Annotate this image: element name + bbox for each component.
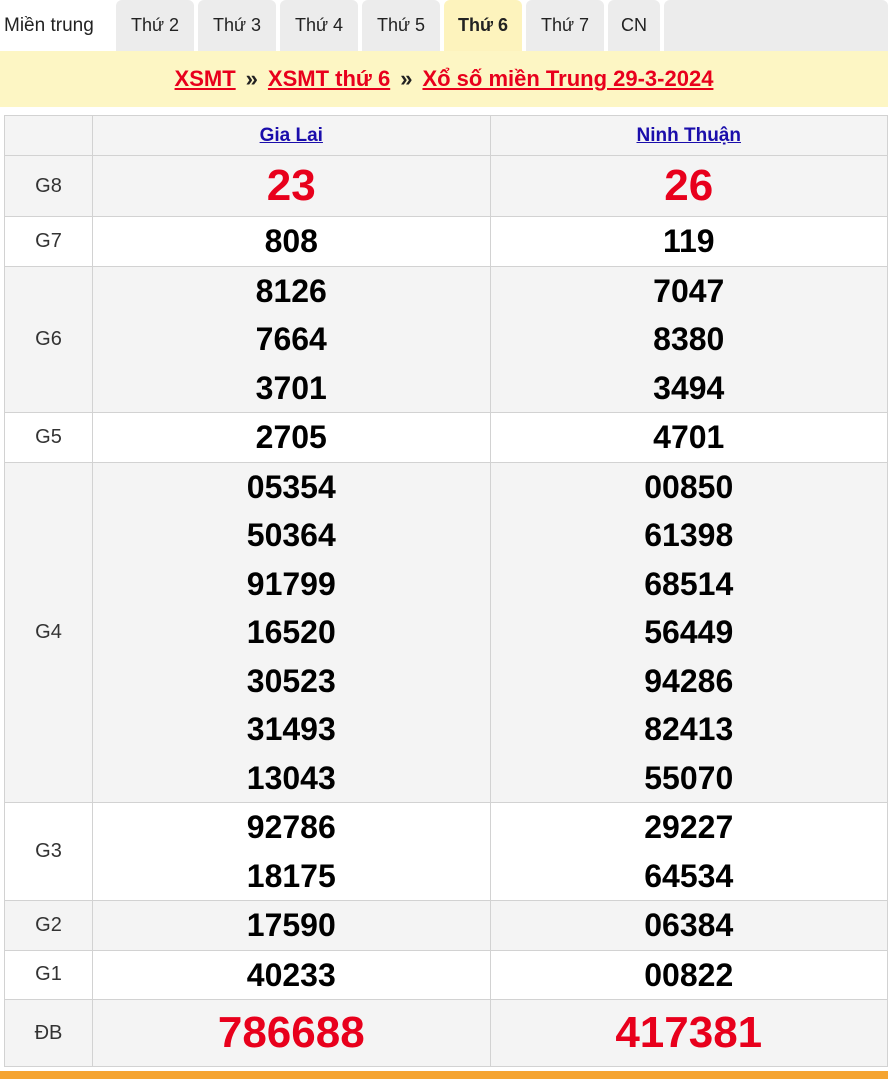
prize-cell-gia-lai: 23	[92, 155, 491, 217]
prize-label: G5	[3, 412, 94, 463]
prize-row-đb: ĐB 786688 417381	[3, 999, 888, 1067]
winning-number: 94286	[644, 662, 734, 699]
prize-header-cell	[3, 115, 94, 156]
tab-thu-4[interactable]: Thứ 4	[280, 0, 358, 51]
winning-number: 3701	[255, 369, 327, 406]
winning-number: 82413	[644, 711, 734, 747]
prize-label: G3	[3, 802, 94, 901]
bottom-accent-bar	[0, 1071, 888, 1079]
breadcrumb-day-link[interactable]: XSMT thứ 6	[268, 66, 390, 92]
winning-number: 00822	[644, 956, 734, 993]
prize-label: G6	[3, 265, 94, 413]
winning-number: 91799	[246, 565, 336, 602]
tabbar-filler	[664, 0, 888, 51]
province-link-gia-lai[interactable]: Gia Lai	[260, 125, 323, 146]
prize-cell-ninh-thuan: 00822	[489, 949, 888, 1000]
lottery-results-table: Gia Lai Ninh Thuận G8 23 26 G7 808 119 G6 8126 7…	[3, 115, 888, 1067]
prize-label: ĐB	[3, 999, 94, 1067]
table-header-row: Gia Lai Ninh Thuận	[3, 115, 888, 156]
prize-label: G7	[3, 216, 94, 267]
prize-row-g7: G7 808 119	[3, 216, 888, 267]
province-header-gia-lai: Gia Lai	[92, 115, 491, 156]
winning-number: 29227	[644, 809, 734, 845]
prize-cell-ninh-thuan: 06384	[489, 900, 888, 951]
prize-label: G2	[3, 900, 94, 951]
winning-number: 18175	[246, 857, 336, 894]
winning-number: 16520	[246, 614, 336, 650]
winning-number: 8126	[255, 272, 327, 309]
prize-cell-ninh-thuan: 7047 8380 3494	[489, 265, 888, 413]
prize-cell-gia-lai: 808	[92, 216, 491, 267]
prize-label: G1	[3, 949, 94, 1000]
winning-number: 40233	[246, 956, 336, 993]
winning-number: 3494	[653, 369, 725, 406]
tab-thu-7[interactable]: Thứ 7	[526, 0, 604, 51]
winning-number: 61398	[644, 517, 734, 553]
prize-cell-ninh-thuan: 417381	[489, 999, 888, 1067]
winning-number: 55070	[644, 759, 734, 796]
prize-cell-gia-lai: 2705	[92, 412, 491, 463]
winning-number: 7047	[653, 272, 725, 309]
prize-cell-ninh-thuan: 4701	[489, 412, 888, 463]
prize-cell-gia-lai: 8126 7664 3701	[92, 265, 491, 413]
prize-cell-ninh-thuan: 00850 61398 68514 56449 94286 82413 55070	[489, 461, 888, 803]
winning-number: 8380	[653, 321, 725, 357]
prize-row-g3: G3 92786 18175 29227 64534	[3, 802, 888, 901]
prize-cell-gia-lai: 05354 50364 91799 16520 30523 31493 13043	[92, 461, 491, 803]
prize-cell-ninh-thuan: 119	[489, 216, 888, 267]
prize-label: G8	[3, 155, 94, 217]
winning-number: 56449	[644, 614, 734, 650]
prize-cell-ninh-thuan: 29227 64534	[489, 802, 888, 901]
province-link-ninh-thuan[interactable]: Ninh Thuận	[637, 125, 741, 146]
winning-number: 92786	[246, 809, 336, 845]
tab-thu-3[interactable]: Thứ 3	[198, 0, 276, 51]
prize-row-g4: G4 05354 50364 91799 16520 30523 31493 13043 008…	[3, 461, 888, 803]
winning-number: 4701	[653, 419, 725, 455]
winning-number: 417381	[615, 1008, 763, 1057]
region-day-tabs: Miền trung Thứ 2 Thứ 3 Thứ 4 Thứ 5 Thứ 6…	[0, 0, 888, 51]
province-header-ninh-thuan: Ninh Thuận	[489, 115, 888, 156]
prize-row-g6: G6 8126 7664 3701 7047 8380 3494	[3, 265, 888, 413]
winning-number: 786688	[217, 1008, 365, 1057]
prize-cell-gia-lai: 17590	[92, 900, 491, 951]
winning-number: 64534	[644, 857, 734, 894]
breadcrumb-current-link[interactable]: Xổ số miền Trung 29-3-2024	[422, 66, 713, 92]
tab-chu-nhat[interactable]: CN	[608, 0, 660, 51]
winning-number: 05354	[246, 468, 336, 505]
prize-cell-gia-lai: 92786 18175	[92, 802, 491, 901]
tab-region-mien-trung[interactable]: Miền trung	[0, 0, 112, 51]
prize-row-g5: G5 2705 4701	[3, 412, 888, 463]
prize-cell-gia-lai: 786688	[92, 999, 491, 1067]
winning-number: 119	[662, 223, 715, 259]
winning-number: 17590	[246, 907, 336, 943]
tab-thu-6[interactable]: Thứ 6	[444, 0, 522, 51]
winning-number: 06384	[644, 907, 734, 943]
winning-number: 23	[266, 161, 316, 210]
tab-thu-2[interactable]: Thứ 2	[116, 0, 194, 51]
prize-row-g8: G8 23 26	[3, 155, 888, 217]
prize-row-g1: G1 40233 00822	[3, 949, 888, 1000]
breadcrumb: XSMT » XSMT thứ 6 » Xổ số miền Trung 29-…	[0, 51, 888, 107]
prize-row-g2: G2 17590 06384	[3, 900, 888, 951]
prize-cell-gia-lai: 40233	[92, 949, 491, 1000]
winning-number: 31493	[246, 711, 336, 747]
winning-number: 2705	[255, 419, 327, 455]
winning-number: 50364	[246, 517, 336, 553]
winning-number: 68514	[644, 565, 734, 602]
breadcrumb-xsmt-link[interactable]: XSMT	[175, 66, 236, 92]
winning-number: 26	[664, 161, 714, 210]
winning-number: 30523	[246, 662, 336, 699]
winning-number: 7664	[255, 321, 327, 357]
prize-cell-ninh-thuan: 26	[489, 155, 888, 217]
winning-number: 00850	[644, 468, 734, 505]
breadcrumb-separator: »	[400, 66, 413, 91]
prize-label: G4	[3, 461, 94, 803]
winning-number: 808	[264, 223, 318, 259]
prize-rows: G8 23 26 G7 808 119 G6 8126 7664 3701 7047 8380 3494…	[3, 155, 888, 1067]
tab-thu-5[interactable]: Thứ 5	[362, 0, 440, 51]
winning-number: 13043	[246, 759, 336, 796]
breadcrumb-separator: »	[245, 66, 258, 91]
